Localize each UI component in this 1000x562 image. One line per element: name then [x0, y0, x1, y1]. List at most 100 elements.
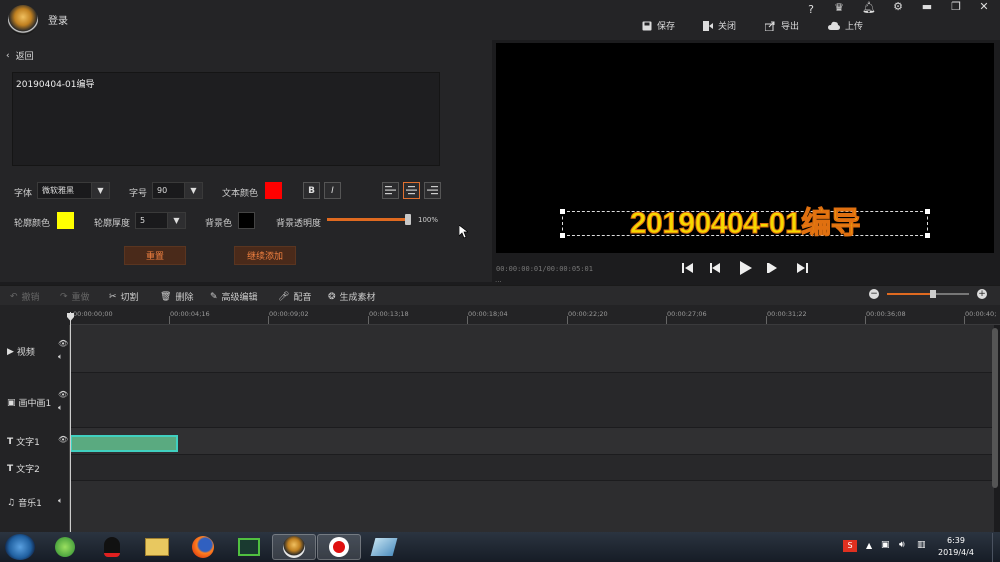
ime-icon[interactable]: S	[843, 540, 857, 552]
tray-expand-icon[interactable]: ▲	[866, 541, 872, 550]
resize-handle[interactable]	[560, 209, 565, 214]
align-right-button[interactable]	[424, 182, 441, 199]
align-left-button[interactable]	[382, 182, 399, 199]
taskbar-app[interactable]	[90, 534, 134, 560]
outline-color-swatch[interactable]	[57, 212, 74, 229]
speaker-icon[interactable]: 🔈︎	[58, 403, 63, 413]
text2-track[interactable]	[70, 455, 994, 480]
zoom-in-button[interactable]: +	[977, 289, 987, 299]
generate-material-button[interactable]: ❂ 生成素材	[328, 290, 376, 304]
taskbar-app[interactable]	[227, 534, 271, 560]
taskbar-app-active[interactable]	[317, 534, 361, 560]
play-button[interactable]	[739, 261, 752, 278]
bg-color-swatch[interactable]	[238, 212, 255, 229]
bg-opacity-slider[interactable]	[327, 218, 411, 221]
login-link[interactable]: 登录	[48, 12, 68, 27]
bell-icon[interactable]: 🔔︎	[860, 1, 878, 14]
save-label: 保存	[657, 22, 676, 32]
bg-color-label: 背景色	[205, 219, 233, 229]
crown-icon[interactable]: ♛	[830, 1, 848, 14]
app-logo	[8, 5, 38, 35]
continue-add-button[interactable]: 继续添加	[234, 246, 296, 265]
playhead-handle[interactable]	[67, 313, 74, 321]
timeline-ruler[interactable]: 00:00:00;00 00:00:04;16 00:00:09;02 00:0…	[70, 305, 1000, 325]
previous-frame-button[interactable]	[710, 262, 722, 277]
reset-button[interactable]: 重置	[124, 246, 186, 265]
track-label: 视频	[16, 348, 35, 358]
dub-button[interactable]: 🎤︎ 配音	[278, 290, 311, 304]
undo-button[interactable]: ↶ 撤销	[10, 290, 40, 304]
cut-label: 切割	[120, 293, 139, 303]
close-window-button[interactable]: ✕	[975, 0, 993, 13]
resize-handle[interactable]	[925, 233, 930, 238]
skip-to-start-button[interactable]	[682, 262, 694, 277]
skip-to-end-button[interactable]	[796, 262, 808, 277]
ruler-tick-label: 00:00:13;18	[369, 310, 409, 318]
italic-button[interactable]: I	[324, 182, 341, 199]
taskbar-app[interactable]	[43, 534, 87, 560]
video-track[interactable]	[70, 325, 994, 372]
taskbar-clock[interactable]: 6:39 2019/4/4	[938, 535, 974, 559]
show-desktop-button[interactable]	[992, 533, 1000, 562]
music1-track[interactable]	[70, 481, 994, 532]
redo-label: 重做	[71, 293, 90, 303]
close-label: 关闭	[718, 22, 737, 32]
ruler-tick	[567, 316, 568, 324]
vertical-scrollbar[interactable]	[992, 328, 998, 488]
gear-icon[interactable]: ⚙	[889, 0, 907, 13]
zoom-out-button[interactable]: −	[869, 289, 879, 299]
delete-label: 删除	[175, 293, 194, 303]
export-button[interactable]: 导出	[765, 19, 799, 32]
eye-icon[interactable]: 👁︎	[58, 435, 68, 444]
resize-handle[interactable]	[560, 233, 565, 238]
volume-icon[interactable]: 🔊︎	[899, 540, 905, 550]
size-select[interactable]: 90 ▼	[152, 182, 203, 199]
firefox-icon	[192, 536, 214, 558]
playhead[interactable]	[70, 312, 71, 532]
back-button[interactable]: ‹ 返回	[6, 49, 34, 63]
outline-thickness-select[interactable]: 5 ▼	[135, 212, 186, 229]
track-label-text2: T 文字2	[7, 462, 40, 476]
help-button[interactable]: ?	[802, 3, 820, 16]
align-right-icon	[427, 186, 438, 195]
upload-button[interactable]: 上传	[828, 19, 863, 32]
start-button[interactable]	[5, 534, 35, 560]
font-select[interactable]: 微软雅黑 ▼	[37, 182, 110, 199]
save-button[interactable]: 保存	[642, 19, 675, 32]
text1-track[interactable]	[70, 428, 994, 454]
bold-button[interactable]: B	[303, 182, 320, 199]
redo-button[interactable]: ↷ 重做	[60, 290, 90, 304]
advanced-edit-button[interactable]: ✎ 高级编辑	[210, 290, 258, 304]
subtitle-text-input[interactable]: 20190404-01编导	[12, 72, 440, 166]
export-label: 导出	[781, 22, 800, 32]
minimize-button[interactable]: ▬	[918, 0, 936, 13]
trash-icon: 🗑︎	[160, 291, 172, 302]
subtitle-overlay[interactable]: 20190404-01编导	[562, 208, 928, 239]
cloud-upload-icon	[828, 21, 840, 30]
restore-button[interactable]: ❐	[947, 0, 965, 13]
text-clip[interactable]	[70, 435, 178, 452]
align-center-button[interactable]	[403, 182, 420, 199]
taskbar-app-active[interactable]	[272, 534, 316, 560]
zoom-slider-knob[interactable]	[930, 290, 936, 298]
cut-button[interactable]: ✂ 切割	[109, 290, 139, 304]
panel-splitter[interactable]: ···	[495, 279, 505, 286]
text-color-swatch[interactable]	[265, 182, 282, 199]
close-button[interactable]: 关闭	[703, 19, 736, 32]
next-frame-button[interactable]	[767, 262, 779, 277]
delete-button[interactable]: 🗑︎ 删除	[160, 290, 194, 304]
resize-handle[interactable]	[925, 209, 930, 214]
taskbar-app[interactable]	[181, 534, 225, 560]
taskbar-app[interactable]	[135, 534, 179, 560]
pip-track[interactable]	[70, 373, 994, 427]
taskbar-app[interactable]	[362, 534, 406, 560]
generate-label: 生成素材	[339, 293, 376, 303]
bg-opacity-slider-knob[interactable]	[405, 214, 411, 225]
network-icon[interactable]: ▥	[917, 540, 926, 550]
eye-icon[interactable]: 👁︎	[58, 390, 68, 399]
align-left-icon	[385, 186, 396, 195]
speaker-icon[interactable]: 🔈︎	[58, 496, 63, 506]
device-icon[interactable]: ▣	[881, 540, 890, 550]
speaker-icon[interactable]: 🔈︎	[58, 352, 63, 362]
eye-icon[interactable]: 👁︎	[58, 339, 68, 348]
